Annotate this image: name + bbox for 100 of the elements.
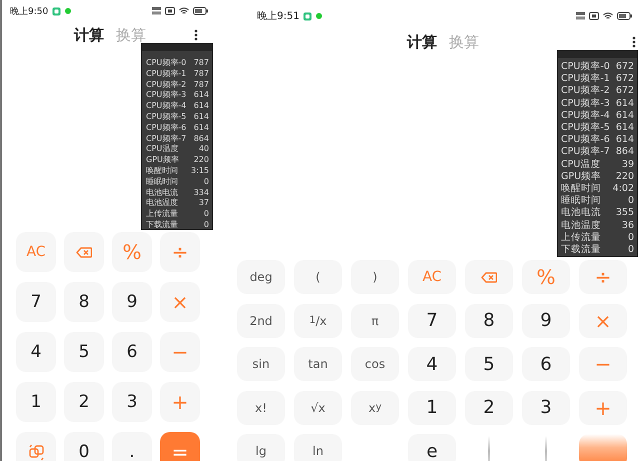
tab[interactable]: 计算 xyxy=(407,32,437,52)
function-key[interactable]: cos xyxy=(351,347,399,381)
stat-label: CPU温度 xyxy=(146,144,178,156)
stat-value: 0 xyxy=(628,232,634,244)
stat-value: 672 xyxy=(616,85,634,98)
digit-key[interactable]: 9 xyxy=(112,282,152,322)
stat-value: 614 xyxy=(616,134,634,146)
status-time: 晚上9:51 xyxy=(257,10,300,23)
digit-key[interactable]: e xyxy=(408,434,456,461)
stat-label: CPU频率-2 xyxy=(146,80,186,90)
stat-label: 下载流量 xyxy=(561,244,601,256)
stat-value: 614 xyxy=(194,122,209,134)
sim-icon xyxy=(165,7,175,15)
backspace-key[interactable] xyxy=(64,232,104,272)
stat-label: CPU频率-0 xyxy=(561,61,610,73)
stat-value: 220 xyxy=(616,170,634,184)
digit-key[interactable]: 7 xyxy=(408,304,456,338)
equals-key[interactable] xyxy=(579,434,627,461)
digit-key[interactable]: 4 xyxy=(16,332,56,372)
stat-value: 864 xyxy=(194,134,209,144)
digit-key[interactable]: 0 xyxy=(64,432,104,461)
stat-label: CPU频率-6 xyxy=(146,122,186,134)
backspace-key[interactable] xyxy=(465,260,513,294)
stat-value: 787 xyxy=(194,58,209,69)
indicator-dot-icon xyxy=(65,8,72,14)
stat-value: 0 xyxy=(204,176,209,188)
digit-key[interactable]: 3 xyxy=(522,390,570,424)
status-time: 晚上9:50 xyxy=(10,6,48,18)
stat-label: CPU频率-5 xyxy=(561,122,610,134)
backspace-icon xyxy=(481,272,497,282)
digit-key[interactable]: 3 xyxy=(112,382,152,422)
function-key[interactable]: ( xyxy=(294,260,342,294)
digit-key[interactable]: 6 xyxy=(112,332,152,372)
stat-label: 唤醒时间 xyxy=(146,166,178,177)
function-key[interactable]: deg xyxy=(237,260,285,294)
indicator-dot-icon xyxy=(316,13,322,19)
stat-value: 614 xyxy=(616,98,634,110)
stat-value: 0 xyxy=(628,195,634,208)
function-key[interactable]: π xyxy=(351,304,399,338)
stat-value: 672 xyxy=(616,61,634,74)
stat-value: 864 xyxy=(616,146,634,159)
swap-icon xyxy=(28,444,44,460)
key-edge xyxy=(545,436,547,461)
digit-key[interactable]: 2 xyxy=(64,382,104,422)
stat-label: CPU频率-4 xyxy=(146,101,186,112)
stat-value: 36 xyxy=(622,220,634,232)
function-key[interactable]: sin xyxy=(237,347,285,381)
stat-label: CPU频率-3 xyxy=(146,90,186,102)
battery-icon xyxy=(617,12,632,20)
stat-value: 40 xyxy=(198,144,209,156)
stat-value: 672 xyxy=(616,73,634,86)
digit-key[interactable]: 8 xyxy=(64,282,104,322)
stat-label: CPU频率-7 xyxy=(561,146,610,159)
stat-label: 上传流量 xyxy=(146,209,178,220)
swap-key[interactable] xyxy=(16,432,56,461)
digit-key[interactable]: 8 xyxy=(465,304,513,338)
battery-icon xyxy=(193,7,208,15)
tab[interactable]: 计算 xyxy=(74,26,104,44)
stat-value: 614 xyxy=(194,112,209,123)
digit-key[interactable]: 9 xyxy=(522,304,570,338)
stat-value: 0 xyxy=(204,220,209,231)
more-menu-icon[interactable] xyxy=(194,29,198,41)
stat-value: 37 xyxy=(198,198,209,210)
app-notification-icon xyxy=(52,6,62,16)
digit-key[interactable]: 5 xyxy=(64,332,104,372)
stat-label: CPU频率-0 xyxy=(146,58,186,69)
stat-label: 电池温度 xyxy=(561,220,601,232)
function-key[interactable]: 2nd xyxy=(237,304,285,338)
stat-label: CPU频率-1 xyxy=(561,73,610,85)
stat-label: 睡眠时间 xyxy=(561,195,601,207)
digit-key[interactable]: 1 xyxy=(16,382,56,422)
function-key[interactable]: √x xyxy=(294,390,342,424)
digit-key[interactable]: 7 xyxy=(16,282,56,322)
stat-label: CPU频率-3 xyxy=(561,98,610,110)
stat-value: 355 xyxy=(616,207,634,220)
digit-key[interactable]: . xyxy=(112,432,152,461)
function-key[interactable]: lg xyxy=(237,434,285,461)
stat-label: CPU频率-6 xyxy=(561,134,610,146)
digit-key[interactable]: 6 xyxy=(522,347,570,381)
function-key[interactable]: ln xyxy=(294,434,342,461)
function-key[interactable]: x! xyxy=(237,390,285,424)
digit-key[interactable]: 5 xyxy=(465,347,513,381)
stat-label: CPU温度 xyxy=(561,158,600,171)
stat-value: 614 xyxy=(194,90,209,102)
wifi-icon xyxy=(603,12,613,20)
stat-label: 睡眠时间 xyxy=(146,176,178,188)
stat-label: CPU频率-5 xyxy=(146,112,186,123)
stat-label: 电池电流 xyxy=(146,188,178,198)
app-notification-icon xyxy=(303,12,312,20)
digit-key[interactable]: 1 xyxy=(408,390,456,424)
function-key[interactable]: tan xyxy=(294,347,342,381)
stat-value: 614 xyxy=(616,110,634,122)
stat-value: 0 xyxy=(628,244,634,256)
digit-key[interactable]: 2 xyxy=(465,390,513,424)
digit-key[interactable]: 4 xyxy=(408,347,456,381)
function-key[interactable]: ) xyxy=(351,260,399,294)
backspace-icon xyxy=(76,246,92,258)
stat-label: 下载流量 xyxy=(146,220,178,231)
stat-value: 787 xyxy=(194,80,209,90)
more-menu-icon[interactable] xyxy=(632,36,636,48)
